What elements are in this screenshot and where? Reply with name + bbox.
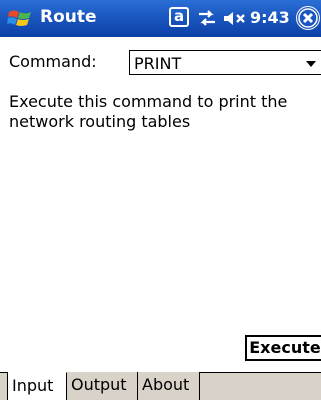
command-select-value: PRINT — [134, 54, 182, 73]
tab-input[interactable]: Input — [8, 372, 67, 400]
close-button[interactable] — [296, 6, 320, 30]
tab-bar: Input Output About — [0, 372, 321, 400]
command-select[interactable]: PRINT — [129, 50, 321, 75]
title-bar: Route a 9:43 — [0, 0, 321, 37]
command-description: Execute this command to print the networ… — [9, 92, 288, 131]
tab-about[interactable]: About — [138, 372, 200, 400]
chevron-down-icon[interactable] — [306, 61, 316, 67]
tab-divider — [7, 372, 8, 400]
connectivity-icon[interactable] — [196, 8, 218, 28]
clock[interactable]: 9:43 — [250, 8, 290, 27]
command-label: Command: — [9, 52, 97, 71]
tab-output[interactable]: Output — [67, 372, 138, 400]
app-title: Route — [40, 7, 97, 27]
windows-start-icon[interactable] — [6, 4, 34, 32]
volume-muted-icon[interactable] — [222, 9, 248, 28]
status-a-indicator: a — [169, 7, 189, 27]
execute-button[interactable]: Execute — [245, 335, 321, 361]
close-icon — [297, 7, 319, 29]
